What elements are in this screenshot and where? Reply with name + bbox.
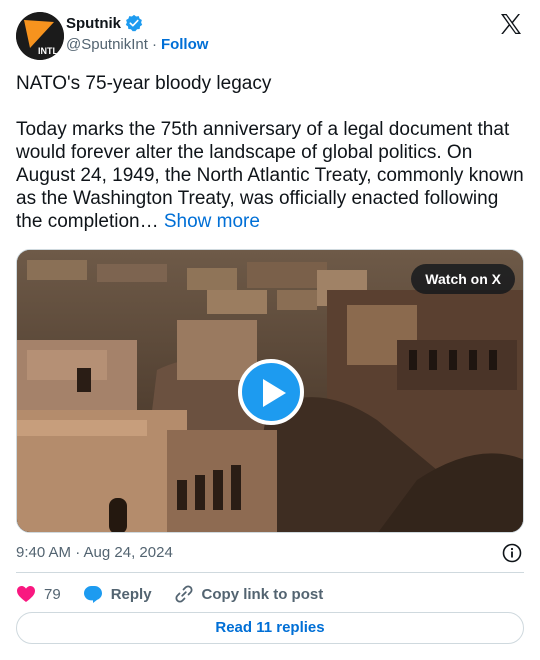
reply-label: Reply bbox=[110, 585, 152, 603]
tweet-embed-card: INTL Sputnik @SputnikInt · Follow NATO's… bbox=[0, 0, 540, 660]
read-replies-button[interactable]: Read 11 replies bbox=[16, 612, 524, 644]
show-more-link[interactable]: Show more bbox=[164, 211, 260, 232]
author-avatar[interactable]: INTL bbox=[16, 12, 64, 60]
author-handle-row: @SputnikInt · Follow bbox=[66, 36, 208, 53]
tweet-title: NATO's 75-year bloody legacy bbox=[16, 73, 272, 94]
author-name-row: Sputnik bbox=[66, 14, 143, 32]
tweet-body-text: Today marks the 75th anniversary of a le… bbox=[16, 119, 524, 232]
svg-text:INTL: INTL bbox=[38, 46, 58, 56]
reply-button[interactable]: Reply bbox=[83, 584, 152, 604]
divider bbox=[16, 572, 524, 573]
handle-separator: · bbox=[151, 36, 157, 53]
verified-badge-icon bbox=[125, 14, 143, 32]
copy-link-button[interactable]: Copy link to post bbox=[174, 584, 324, 604]
info-icon[interactable] bbox=[502, 543, 522, 563]
copy-link-label: Copy link to post bbox=[201, 585, 324, 603]
tweet-timestamp[interactable]: 9:40 AM · Aug 24, 2024 bbox=[16, 544, 173, 561]
sputnik-logo-icon: INTL bbox=[16, 12, 64, 60]
like-button[interactable]: 79 bbox=[16, 585, 61, 603]
play-button[interactable] bbox=[238, 359, 304, 425]
like-count: 79 bbox=[44, 585, 61, 603]
reply-bubble-icon bbox=[83, 586, 102, 603]
tweet-body: Today marks the 75th anniversary of a le… bbox=[16, 118, 524, 233]
video-media[interactable]: Watch on X bbox=[16, 249, 524, 533]
x-logo-icon[interactable] bbox=[499, 12, 523, 36]
link-icon bbox=[175, 585, 193, 603]
tweet-actions: 79 Reply Copy link to post bbox=[16, 583, 345, 605]
author-display-name[interactable]: Sputnik bbox=[66, 15, 121, 32]
heart-icon bbox=[17, 586, 35, 602]
watch-on-x-button[interactable]: Watch on X bbox=[411, 264, 515, 294]
author-handle[interactable]: @SputnikInt bbox=[66, 36, 148, 53]
follow-link[interactable]: Follow bbox=[161, 36, 209, 53]
play-icon bbox=[263, 379, 286, 407]
